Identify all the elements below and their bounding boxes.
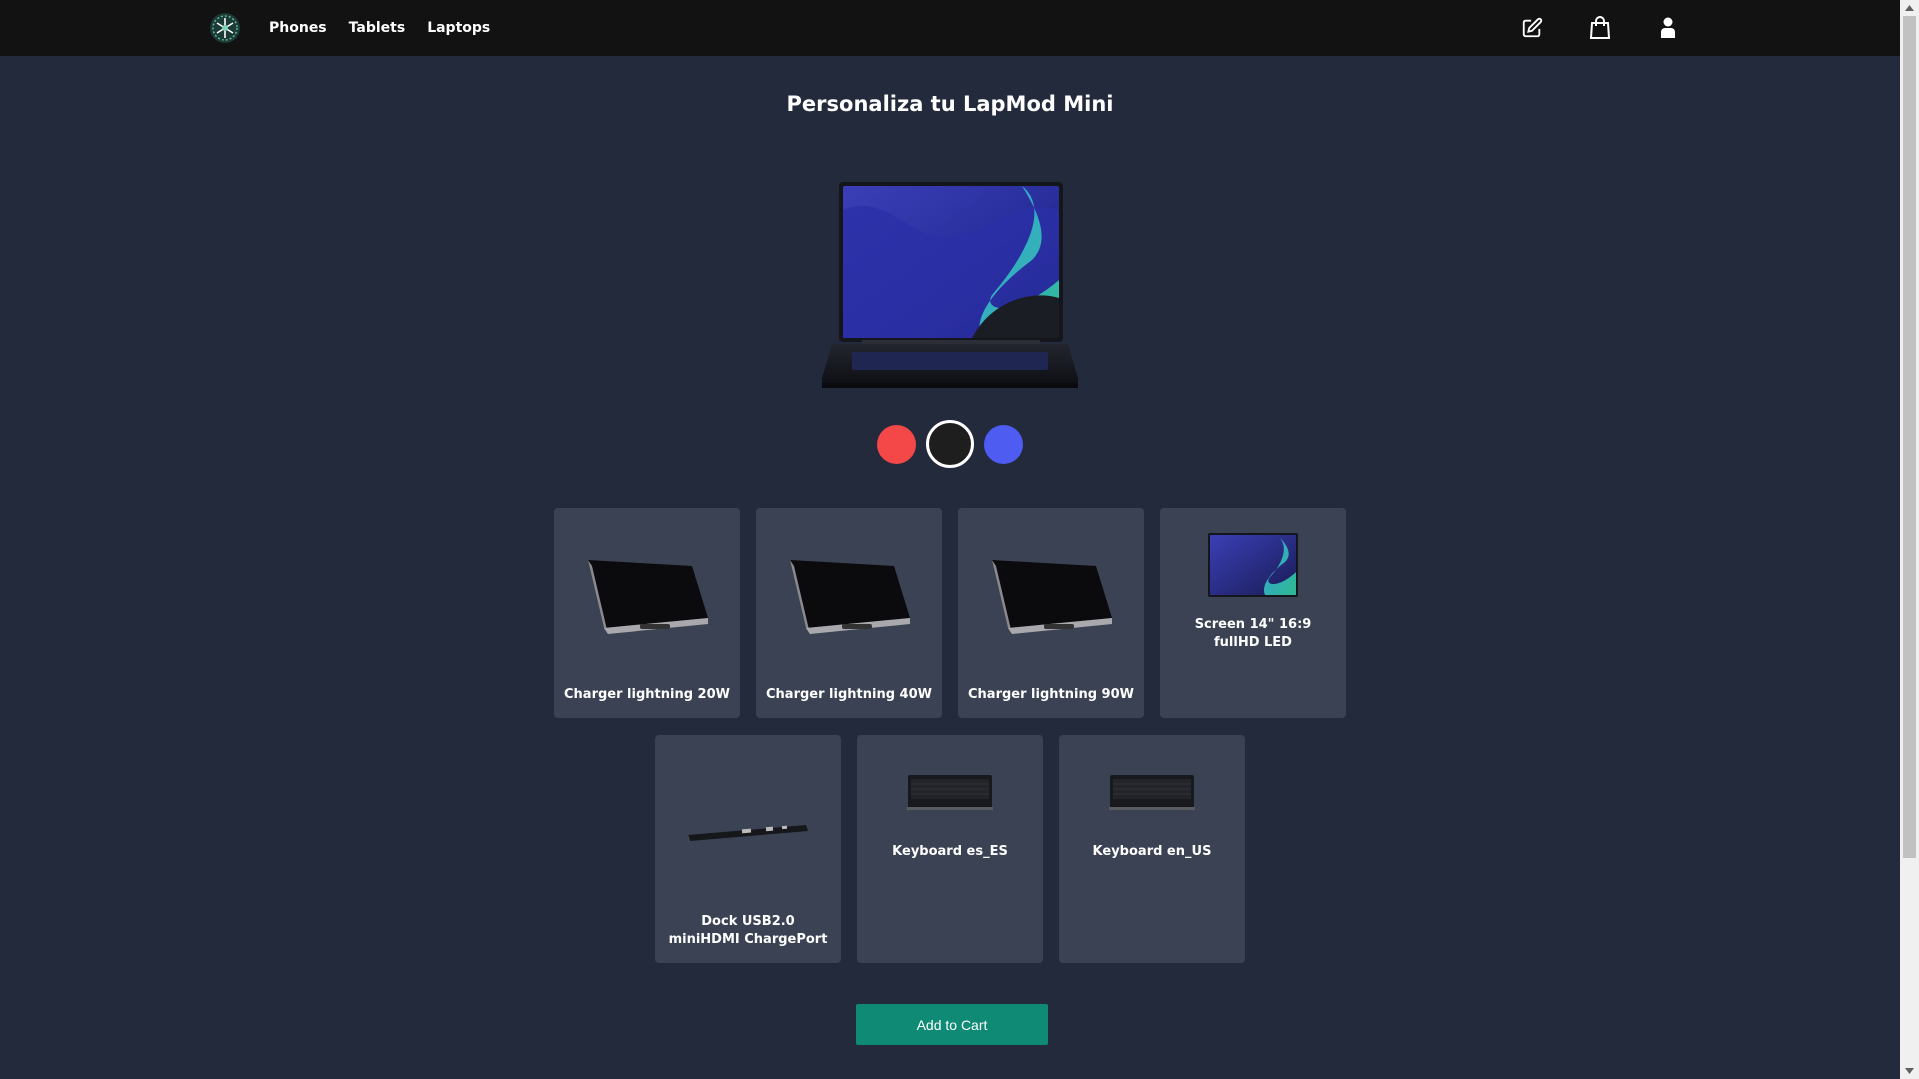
edit-icon[interactable] xyxy=(1520,16,1544,40)
option-label: Charger lightning 40W xyxy=(766,687,932,702)
dock-image xyxy=(655,821,841,845)
page-title: Personaliza tu LapMod Mini xyxy=(786,92,1114,116)
option-card-keyboard-us[interactable]: Keyboard en_US xyxy=(1059,735,1245,963)
top-navbar: Phones Tablets Laptops xyxy=(0,0,1900,56)
option-label: Keyboard es_ES xyxy=(892,844,1008,859)
option-card-charger-40w[interactable]: Charger lightning 40W xyxy=(756,508,942,718)
vertical-scrollbar[interactable] xyxy=(1900,0,1919,1079)
logo-icon[interactable] xyxy=(209,12,241,44)
option-label: Charger lightning 20W xyxy=(564,687,730,702)
scroll-up-arrow-icon[interactable] xyxy=(1900,0,1919,16)
option-card-screen-14[interactable]: Screen 14" 16:9 fullHD LED xyxy=(1160,508,1346,718)
page: Phones Tablets Laptops Personaliza tu La… xyxy=(0,0,1919,1079)
scroll-down-arrow-icon[interactable] xyxy=(1900,1063,1919,1079)
nav-links: Phones Tablets Laptops xyxy=(269,0,490,56)
option-card-keyboard-es[interactable]: Keyboard es_ES xyxy=(857,735,1043,963)
nav-icons xyxy=(1520,0,1680,56)
laptop-preview-image xyxy=(820,180,1080,390)
nav-link-laptops[interactable]: Laptops xyxy=(427,20,490,36)
option-card-charger-20w[interactable]: Charger lightning 20W xyxy=(554,508,740,718)
screen-image xyxy=(1160,532,1346,598)
add-to-cart-button[interactable]: Add to Cart xyxy=(856,1004,1048,1045)
option-label: Screen 14" 16:9 fullHD LED xyxy=(1194,617,1312,650)
option-label: Dock USB2.0 miniHDMI ChargePort xyxy=(668,914,828,947)
option-label: Charger lightning 90W xyxy=(968,687,1134,702)
option-label: Keyboard en_US xyxy=(1092,844,1212,859)
nav-link-phones[interactable]: Phones xyxy=(269,20,327,36)
nav-link-tablets[interactable]: Tablets xyxy=(349,20,406,36)
color-swatches xyxy=(0,420,1900,468)
user-icon[interactable] xyxy=(1656,16,1680,40)
scrollbar-thumb[interactable] xyxy=(1903,16,1916,858)
swatch-black[interactable] xyxy=(926,420,974,468)
swatch-blue[interactable] xyxy=(984,425,1023,464)
charger-image xyxy=(958,552,1144,636)
keyboard-image xyxy=(1059,773,1245,811)
shopping-bag-icon[interactable] xyxy=(1588,16,1612,40)
charger-image xyxy=(756,552,942,636)
charger-image xyxy=(554,552,740,636)
swatch-red[interactable] xyxy=(877,425,916,464)
option-card-dock[interactable]: Dock USB2.0 miniHDMI ChargePort xyxy=(655,735,841,963)
option-card-charger-90w[interactable]: Charger lightning 90W xyxy=(958,508,1144,718)
options-row-2: Dock USB2.0 miniHDMI ChargePort Keyboard… xyxy=(0,735,1900,963)
options-row-1: Charger lightning 20W Charger lightning … xyxy=(0,508,1900,718)
keyboard-image xyxy=(857,773,1043,811)
